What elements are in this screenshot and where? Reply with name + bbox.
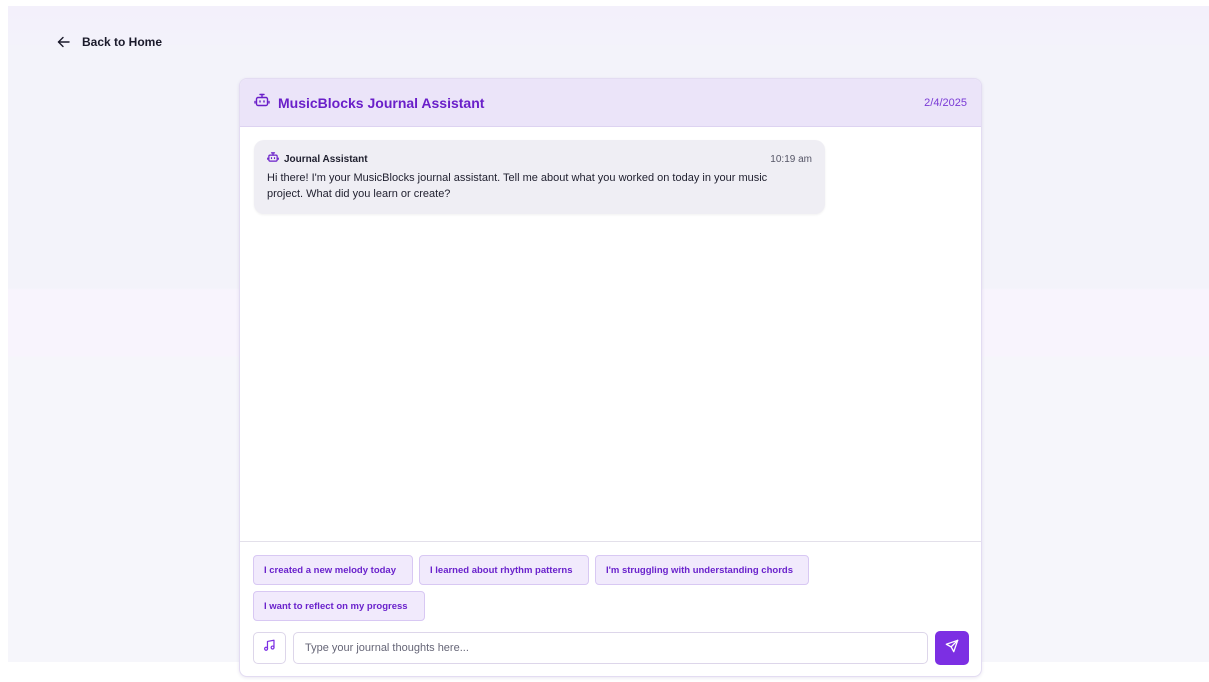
chat-header: MusicBlocks Journal Assistant 2/4/2025: [240, 79, 981, 127]
assistant-message: Journal Assistant 10:19 am Hi there! I'm…: [254, 140, 825, 214]
message-sender: Journal Assistant: [284, 153, 368, 165]
suggestion-chip[interactable]: I want to reflect on my progress: [253, 591, 425, 621]
message-list[interactable]: Journal Assistant 10:19 am Hi there! I'm…: [240, 127, 981, 541]
composer-area: I created a new melody today I learned a…: [240, 541, 981, 676]
composer-row: [253, 631, 969, 665]
journal-input[interactable]: [293, 632, 928, 664]
message-time: 10:19 am: [770, 153, 812, 165]
suggestion-chip[interactable]: I'm struggling with understanding chords: [595, 555, 809, 585]
send-icon: [945, 639, 959, 658]
suggestion-chip[interactable]: I created a new melody today: [253, 555, 413, 585]
music-note-icon: [263, 639, 276, 657]
suggestion-chip[interactable]: I learned about rhythm patterns: [419, 555, 589, 585]
music-note-button[interactable]: [253, 632, 286, 664]
message-header: Journal Assistant 10:19 am: [267, 151, 812, 167]
chat-date: 2/4/2025: [924, 96, 967, 109]
send-button[interactable]: [935, 631, 969, 665]
message-text: Hi there! I'm your MusicBlocks journal a…: [267, 172, 768, 200]
bot-icon: [267, 150, 279, 168]
back-to-home-link[interactable]: Back to Home: [57, 33, 162, 51]
chat-title: MusicBlocks Journal Assistant: [278, 94, 485, 111]
journal-chat-card: MusicBlocks Journal Assistant 2/4/2025 J…: [239, 78, 982, 677]
arrow-left-icon: [57, 36, 70, 48]
bot-icon: [254, 92, 270, 113]
back-to-home-label: Back to Home: [82, 35, 163, 49]
